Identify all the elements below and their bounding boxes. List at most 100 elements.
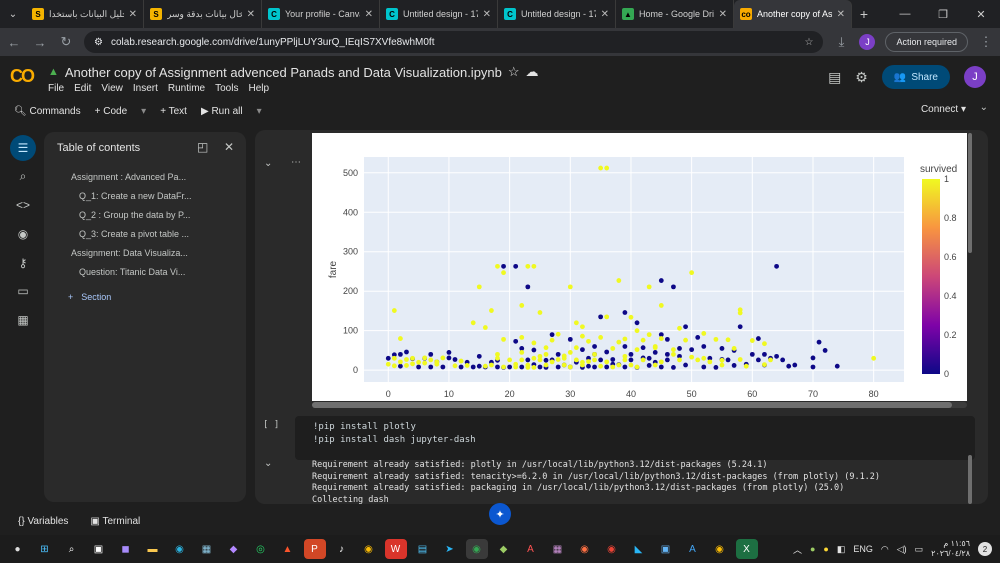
terminal-button[interactable]: ▣ Terminal bbox=[90, 516, 140, 527]
tray-chevron-icon[interactable]: ︿ bbox=[793, 543, 802, 556]
code-dropdown-icon[interactable]: ▾ bbox=[141, 106, 146, 117]
browser-tab[interactable]: ▲ Home - Google Drive ✕ bbox=[616, 0, 734, 28]
run-all-dropdown-icon[interactable]: ▾ bbox=[257, 106, 262, 117]
notebook-title[interactable]: Another copy of Assignment advenced Pana… bbox=[65, 65, 502, 80]
menu-view[interactable]: View bbox=[101, 83, 123, 94]
menu-help[interactable]: Help bbox=[248, 83, 269, 94]
menu-insert[interactable]: Insert bbox=[133, 83, 158, 94]
reload-icon[interactable]: ↻ bbox=[58, 34, 74, 50]
vertical-scrollbar[interactable] bbox=[968, 133, 972, 253]
add-code-button[interactable]: + Code bbox=[95, 106, 128, 117]
toc-item-6[interactable]: Question: Titanic Data Vi... bbox=[79, 267, 185, 277]
cloud-icon[interactable]: ☁ bbox=[526, 64, 539, 80]
excel-icon[interactable]: X bbox=[735, 539, 758, 559]
chrome-active-icon[interactable]: ◉ bbox=[465, 539, 488, 559]
restore-icon[interactable]: ❐ bbox=[924, 0, 962, 28]
notification-badge[interactable]: 2 bbox=[978, 542, 992, 556]
browser-tab[interactable]: co Another copy of Assi ✕ bbox=[734, 0, 852, 28]
tab-close-icon[interactable]: ✕ bbox=[483, 9, 491, 20]
toc-item-4[interactable]: Q_3: Create a pivot table ... bbox=[79, 229, 189, 239]
find-icon[interactable]: ⌕ bbox=[10, 163, 36, 189]
edge-icon[interactable]: ◉ bbox=[169, 539, 191, 559]
azure-icon[interactable]: A bbox=[682, 539, 704, 559]
tray-app-3-icon[interactable]: ◧ bbox=[837, 544, 846, 555]
clock[interactable]: ١١:٥٦ م ٢٠٢٦/٠٤/٢٨ bbox=[931, 539, 970, 559]
connect-button[interactable]: Connect ▾ bbox=[921, 104, 966, 115]
toc-item-2[interactable]: Q_1: Create a new DataFr... bbox=[79, 191, 192, 201]
browser-tab[interactable]: S تحليل البيانات باستخدا ✕ bbox=[26, 0, 144, 28]
telegram-icon[interactable]: ➤ bbox=[439, 539, 461, 559]
file-explorer-icon[interactable]: ▬ bbox=[142, 539, 164, 559]
menu-file[interactable]: File bbox=[48, 83, 64, 94]
weather-icon[interactable]: ● bbox=[7, 539, 29, 559]
run-cell-bracket[interactable]: [ ] bbox=[263, 420, 279, 430]
meet-icon[interactable]: ◼ bbox=[115, 539, 137, 559]
whatsapp-icon[interactable]: ◎ bbox=[250, 539, 272, 559]
action-required-button[interactable]: Action required bbox=[885, 32, 968, 52]
user-avatar[interactable]: J bbox=[964, 66, 986, 88]
table-icon[interactable]: ▦ bbox=[10, 307, 36, 333]
url-field[interactable]: ⚙ colab.research.google.com/drive/1unyPP… bbox=[84, 31, 824, 53]
chrome-3-icon[interactable]: ◉ bbox=[709, 539, 731, 559]
download-icon[interactable]: ⤓ bbox=[833, 34, 849, 50]
volume-icon[interactable]: ◁) bbox=[897, 544, 907, 555]
browser-tab[interactable]: C Untitled design - 17 ✕ bbox=[498, 0, 616, 28]
taskbar-search-icon[interactable]: ⌕ bbox=[61, 539, 83, 559]
menu-tools[interactable]: Tools bbox=[215, 83, 238, 94]
tiktok-icon[interactable]: ♪ bbox=[331, 539, 353, 559]
tab-search-icon[interactable]: ⌄ bbox=[0, 0, 26, 28]
run-all-button[interactable]: ▶ Run all bbox=[201, 106, 243, 117]
close-panel-icon[interactable]: ✕ bbox=[224, 140, 234, 154]
add-section-button[interactable]: + Section bbox=[68, 292, 111, 302]
windows-start-icon[interactable]: ⊞ bbox=[34, 539, 56, 559]
visual-studio-icon[interactable]: ◆ bbox=[223, 539, 245, 559]
toc-item-3[interactable]: Q_2 : Group the data by P... bbox=[79, 210, 190, 220]
output-menu-icon[interactable]: ⋯ bbox=[291, 157, 301, 168]
code-snippets-icon[interactable]: <> bbox=[10, 192, 36, 218]
new-tab-button[interactable]: + bbox=[852, 6, 876, 22]
tray-app-icon[interactable]: ● bbox=[810, 544, 815, 554]
gemini-sparkle-button[interactable]: ✦ bbox=[489, 503, 511, 525]
forward-icon[interactable]: → bbox=[32, 35, 48, 50]
wps-icon[interactable]: W bbox=[384, 539, 407, 559]
tab-close-icon[interactable]: ✕ bbox=[365, 9, 373, 20]
tab-close-icon[interactable]: ✕ bbox=[247, 9, 255, 20]
bookmark-star-icon[interactable]: ☆ bbox=[804, 37, 813, 48]
variables-button[interactable]: {} Variables bbox=[18, 516, 68, 527]
tab-close-icon[interactable]: ✕ bbox=[719, 9, 727, 20]
menu-runtime[interactable]: Runtime bbox=[168, 83, 205, 94]
back-icon[interactable]: ← bbox=[6, 35, 22, 50]
folder-icon[interactable]: ▭ bbox=[10, 278, 36, 304]
toc-item-5[interactable]: Assignment: Data Visualiza... bbox=[71, 248, 188, 258]
powerpoint-icon[interactable]: P bbox=[303, 539, 326, 559]
toc-list-icon[interactable]: ☰ bbox=[10, 135, 36, 161]
store-icon[interactable]: ▦ bbox=[196, 539, 218, 559]
settings-gear-icon[interactable]: ⚙ bbox=[855, 69, 868, 86]
chrome-2-icon[interactable]: ◉ bbox=[601, 539, 623, 559]
toc-item-1[interactable]: Assignment : Advanced Pa... bbox=[71, 172, 186, 182]
photos-icon[interactable]: ▣ bbox=[655, 539, 677, 559]
star-icon[interactable]: ☆ bbox=[508, 64, 520, 80]
firefox-icon[interactable]: ◉ bbox=[574, 539, 596, 559]
horizontal-scrollbar[interactable] bbox=[312, 402, 967, 408]
wifi-icon[interactable]: ◠ bbox=[881, 544, 889, 555]
colab-logo[interactable]: CO bbox=[10, 66, 35, 87]
browser-tab[interactable]: S إدخال بيانات بدقة وسر ✕ bbox=[144, 0, 262, 28]
brave-icon[interactable]: ▲ bbox=[277, 539, 299, 559]
vscode-icon[interactable]: ◣ bbox=[628, 539, 650, 559]
comment-icon[interactable]: ▤ bbox=[828, 69, 841, 86]
output-scrollbar[interactable] bbox=[968, 455, 972, 504]
menu-edit[interactable]: Edit bbox=[74, 83, 91, 94]
game-icon[interactable]: ◆ bbox=[493, 539, 515, 559]
browser-profile-avatar[interactable]: J bbox=[859, 34, 876, 50]
chrome-icon[interactable]: ◉ bbox=[358, 539, 380, 559]
browser-tab[interactable]: C Untitled design - 17 ✕ bbox=[380, 0, 498, 28]
archive-icon[interactable]: ▦ bbox=[547, 539, 569, 559]
minimize-icon[interactable]: — bbox=[886, 0, 924, 28]
tab-close-icon[interactable]: ✕ bbox=[601, 9, 609, 20]
battery-icon[interactable]: ▭ bbox=[915, 544, 924, 555]
notepad-icon[interactable]: ▤ bbox=[412, 539, 434, 559]
site-info-icon[interactable]: ⚙ bbox=[94, 37, 103, 48]
tray-app-2-icon[interactable]: ● bbox=[823, 544, 828, 554]
open-in-tab-icon[interactable]: ◰ bbox=[197, 140, 208, 154]
